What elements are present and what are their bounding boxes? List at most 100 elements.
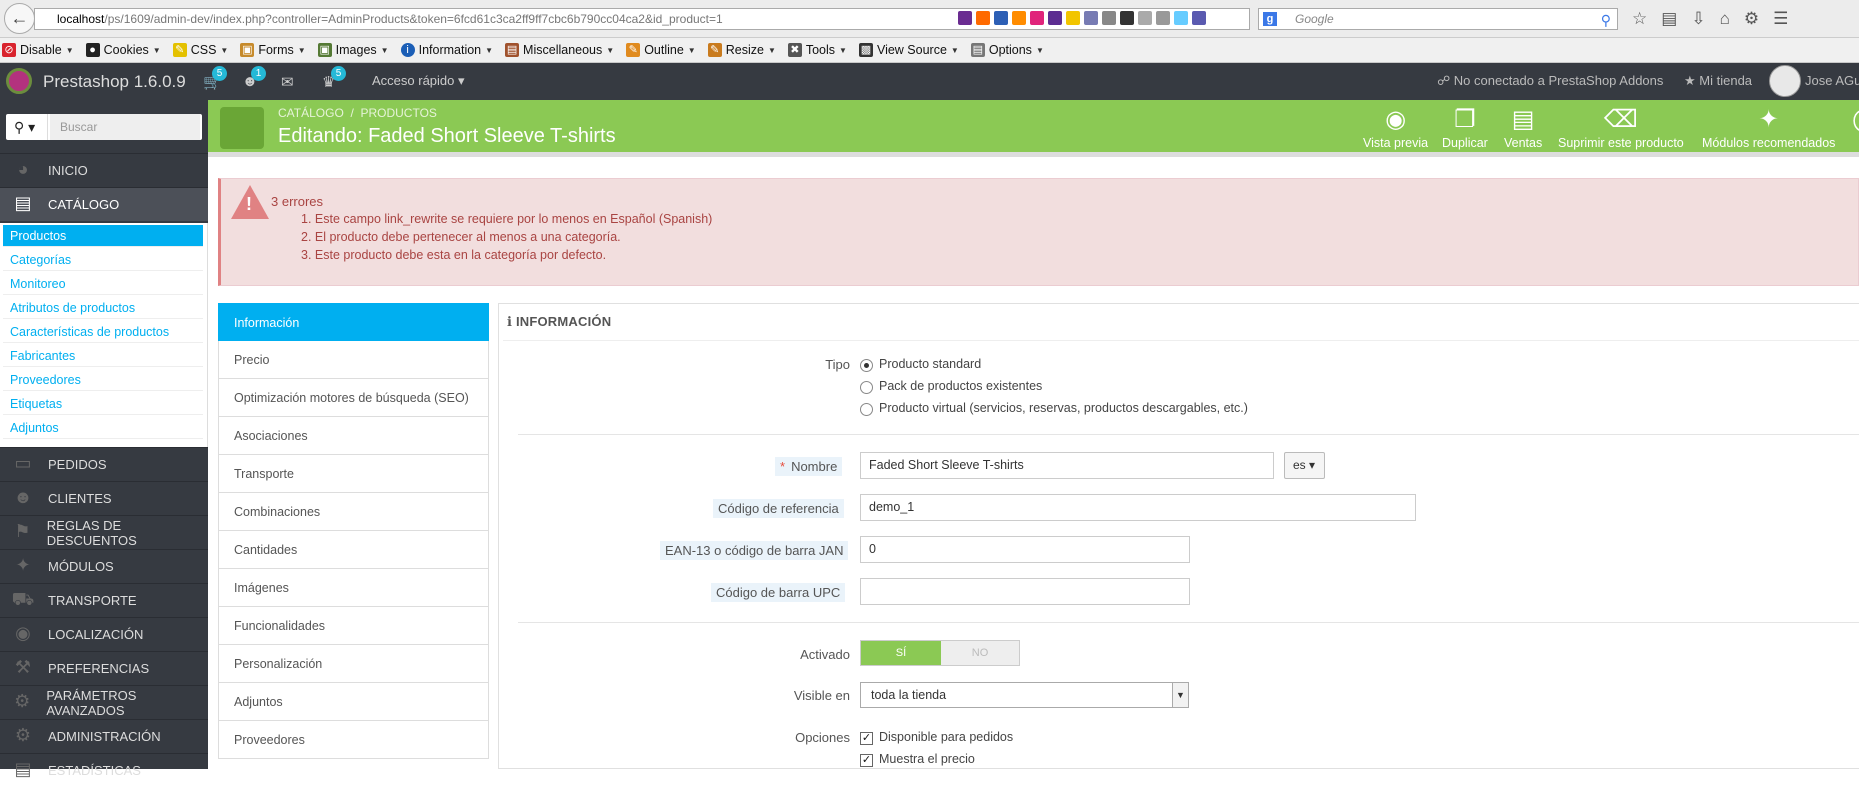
addon-icon[interactable] [1030,11,1044,25]
delete-product-button[interactable]: ⌫ Suprimir este producto [1558,104,1684,150]
addons-link[interactable]: ☍ No conectado a PrestaShop Addons [1437,73,1663,89]
addon-icon[interactable] [1192,11,1206,25]
bm-view-source[interactable]: ▩ View Source ▼ [858,43,959,57]
language-select[interactable]: es ▾ [1284,452,1325,479]
sidebar-item-catalogo[interactable]: ▤ CATÁLOGO [0,187,208,221]
bm-cookies[interactable]: ● Cookies ▼ [85,43,161,57]
radio-virtual[interactable] [860,403,873,416]
tab-imagenes[interactable]: Imágenes [218,569,489,607]
more-button[interactable]: ◯A [1852,104,1859,150]
sidebar-item-modulos[interactable]: ✦ MÓDULOS [0,549,208,583]
radio-standard[interactable] [860,359,873,372]
bm-outline[interactable]: ✎ Outline ▼ [626,43,696,57]
upc-input[interactable] [860,578,1190,605]
active-switch[interactable]: SÍ NO [860,640,1020,666]
sidebar-item-administracion[interactable]: ⚙ ADMINISTRACIÓN [0,719,208,753]
tab-seo[interactable]: Optimización motores de búsqueda (SEO) [218,379,489,417]
brand-name[interactable]: Prestashop 1.6.0.9 [43,72,186,92]
recommended-modules-button[interactable]: ✦ Módulos recomendados [1702,104,1835,150]
bm-misc[interactable]: ▤ Miscellaneous ▼ [505,43,614,57]
web-search-input[interactable]: g Google ⚲ [1258,8,1618,30]
addon-icon[interactable] [1102,11,1116,25]
sidebar-item-transporte[interactable]: ⛟ TRANSPORTE [0,583,208,617]
reference-input[interactable]: demo_1 [860,494,1416,521]
checkbox-show-price[interactable]: ✓ [860,754,873,767]
cart-icon[interactable]: 🛒 5 [203,66,227,91]
bm-options[interactable]: ▤ Options ▼ [970,43,1044,57]
sidebar-item-estadisticas[interactable]: ▤ ESTADÍSTICAS [0,753,208,787]
submenu-fabricantes[interactable]: Fabricantes [3,345,203,367]
tab-precio[interactable]: Precio [218,341,489,379]
star-icon[interactable]: ☆ [1632,9,1647,29]
sidebar-item-preferencias[interactable]: ⚒ PREFERENCIAS [0,651,208,685]
addon-icon[interactable] [958,11,972,25]
addon-icon[interactable] [994,11,1008,25]
home-icon[interactable]: ⌂ [1720,9,1730,29]
checkbox-available[interactable]: ✓ [860,732,873,745]
bm-tools[interactable]: ✖ Tools ▼ [787,43,847,57]
submenu-categorias[interactable]: Categorías [3,249,203,271]
sidebar-item-pedidos[interactable]: ▭ PEDIDOS [0,447,208,481]
addon-icon[interactable] [1048,11,1062,25]
addon-icon[interactable] [1084,11,1098,25]
bm-disable[interactable]: ⊘ Disable ▼ [2,43,74,57]
submenu-etiquetas[interactable]: Etiquetas [3,393,203,415]
search-icon[interactable]: ⚲ [1601,10,1611,30]
sidebar-item-descuentos[interactable]: ⚑ REGLAS DE DESCUENTOS [0,515,208,549]
tab-asociaciones[interactable]: Asociaciones [218,417,489,455]
tab-informacion[interactable]: Información [218,303,489,341]
breadcrumb-catalogo[interactable]: CATÁLOGO [278,106,344,120]
download-icon[interactable]: ⇩ [1691,9,1705,29]
sidebar-search-input[interactable]: Buscar [50,114,200,140]
bm-css[interactable]: ✎ CSS ▼ [172,43,228,57]
sales-button[interactable]: ▤ Ventas [1504,104,1542,150]
visibility-select[interactable]: toda la tienda ▼ [860,682,1189,708]
submenu-productos[interactable]: Productos [3,225,203,247]
sidebar-item-inicio[interactable]: ◕ INICIO [0,153,208,187]
ean-input[interactable]: 0 [860,536,1190,563]
bm-resize[interactable]: ✎ Resize ▼ [707,43,776,57]
prestashop-logo[interactable] [6,68,32,94]
my-shop-link[interactable]: ★ Mi tienda [1684,73,1752,89]
submenu-adjuntos[interactable]: Adjuntos [3,417,203,439]
search-dropdown-button[interactable]: ⚲ ▾ [6,114,48,140]
addon-icon[interactable] [976,11,990,25]
avatar[interactable] [1769,65,1801,97]
user-name[interactable]: Jose AGuil [1805,73,1859,88]
tab-personalizacion[interactable]: Personalización [218,645,489,683]
addon-icon[interactable] [1156,11,1170,25]
name-input[interactable]: Faded Short Sleeve T-shirts [860,452,1274,479]
back-arrow-icon[interactable]: ← [4,3,35,34]
tab-cantidades[interactable]: Cantidades [218,531,489,569]
addon-icon[interactable] [1120,11,1134,25]
tab-funcionalidades[interactable]: Funcionalidades [218,607,489,645]
tab-combinaciones[interactable]: Combinaciones [218,493,489,531]
sidebar-item-localizacion[interactable]: ◉ LOCALIZACIÓN [0,617,208,651]
duplicate-button[interactable]: ❐ Duplicar [1442,104,1488,150]
submenu-proveedores[interactable]: Proveedores [3,369,203,391]
sidebar-item-clientes[interactable]: ☻ CLIENTES [0,481,208,515]
bm-forms[interactable]: ▣ Forms ▼ [240,43,306,57]
tab-adjuntos[interactable]: Adjuntos [218,683,489,721]
switch-no[interactable]: NO [941,641,1019,665]
submenu-atributos[interactable]: Atributos de productos [3,297,203,319]
addon-icon[interactable] [1066,11,1080,25]
menu-icon[interactable]: ☰ [1773,9,1788,29]
sidebar-item-parametros[interactable]: ⚙ PARÁMETROS AVANZADOS [0,685,208,719]
addon-icon[interactable] [1012,11,1026,25]
quick-access-menu[interactable]: Acceso rápido ▾ [372,73,465,89]
submenu-caracteristicas[interactable]: Características de productos [3,321,203,343]
tools-icon[interactable]: ⚙ [1744,9,1759,29]
switch-yes[interactable]: SÍ [861,641,941,665]
bm-images[interactable]: ▣ Images ▼ [317,43,389,57]
preview-button[interactable]: ◉ Vista previa [1363,104,1428,150]
tab-transporte[interactable]: Transporte [218,455,489,493]
trophy-icon[interactable]: ♛ 5 [322,66,346,91]
customer-icon[interactable]: ☻ 1 [242,66,266,90]
envelope-icon[interactable]: ✉ [281,73,294,91]
addon-icon[interactable] [1174,11,1188,25]
addon-icon[interactable] [1138,11,1152,25]
radio-pack[interactable] [860,381,873,394]
bm-information[interactable]: i Information ▼ [400,43,493,57]
bookmarks-list-icon[interactable]: ▤ [1661,9,1677,29]
